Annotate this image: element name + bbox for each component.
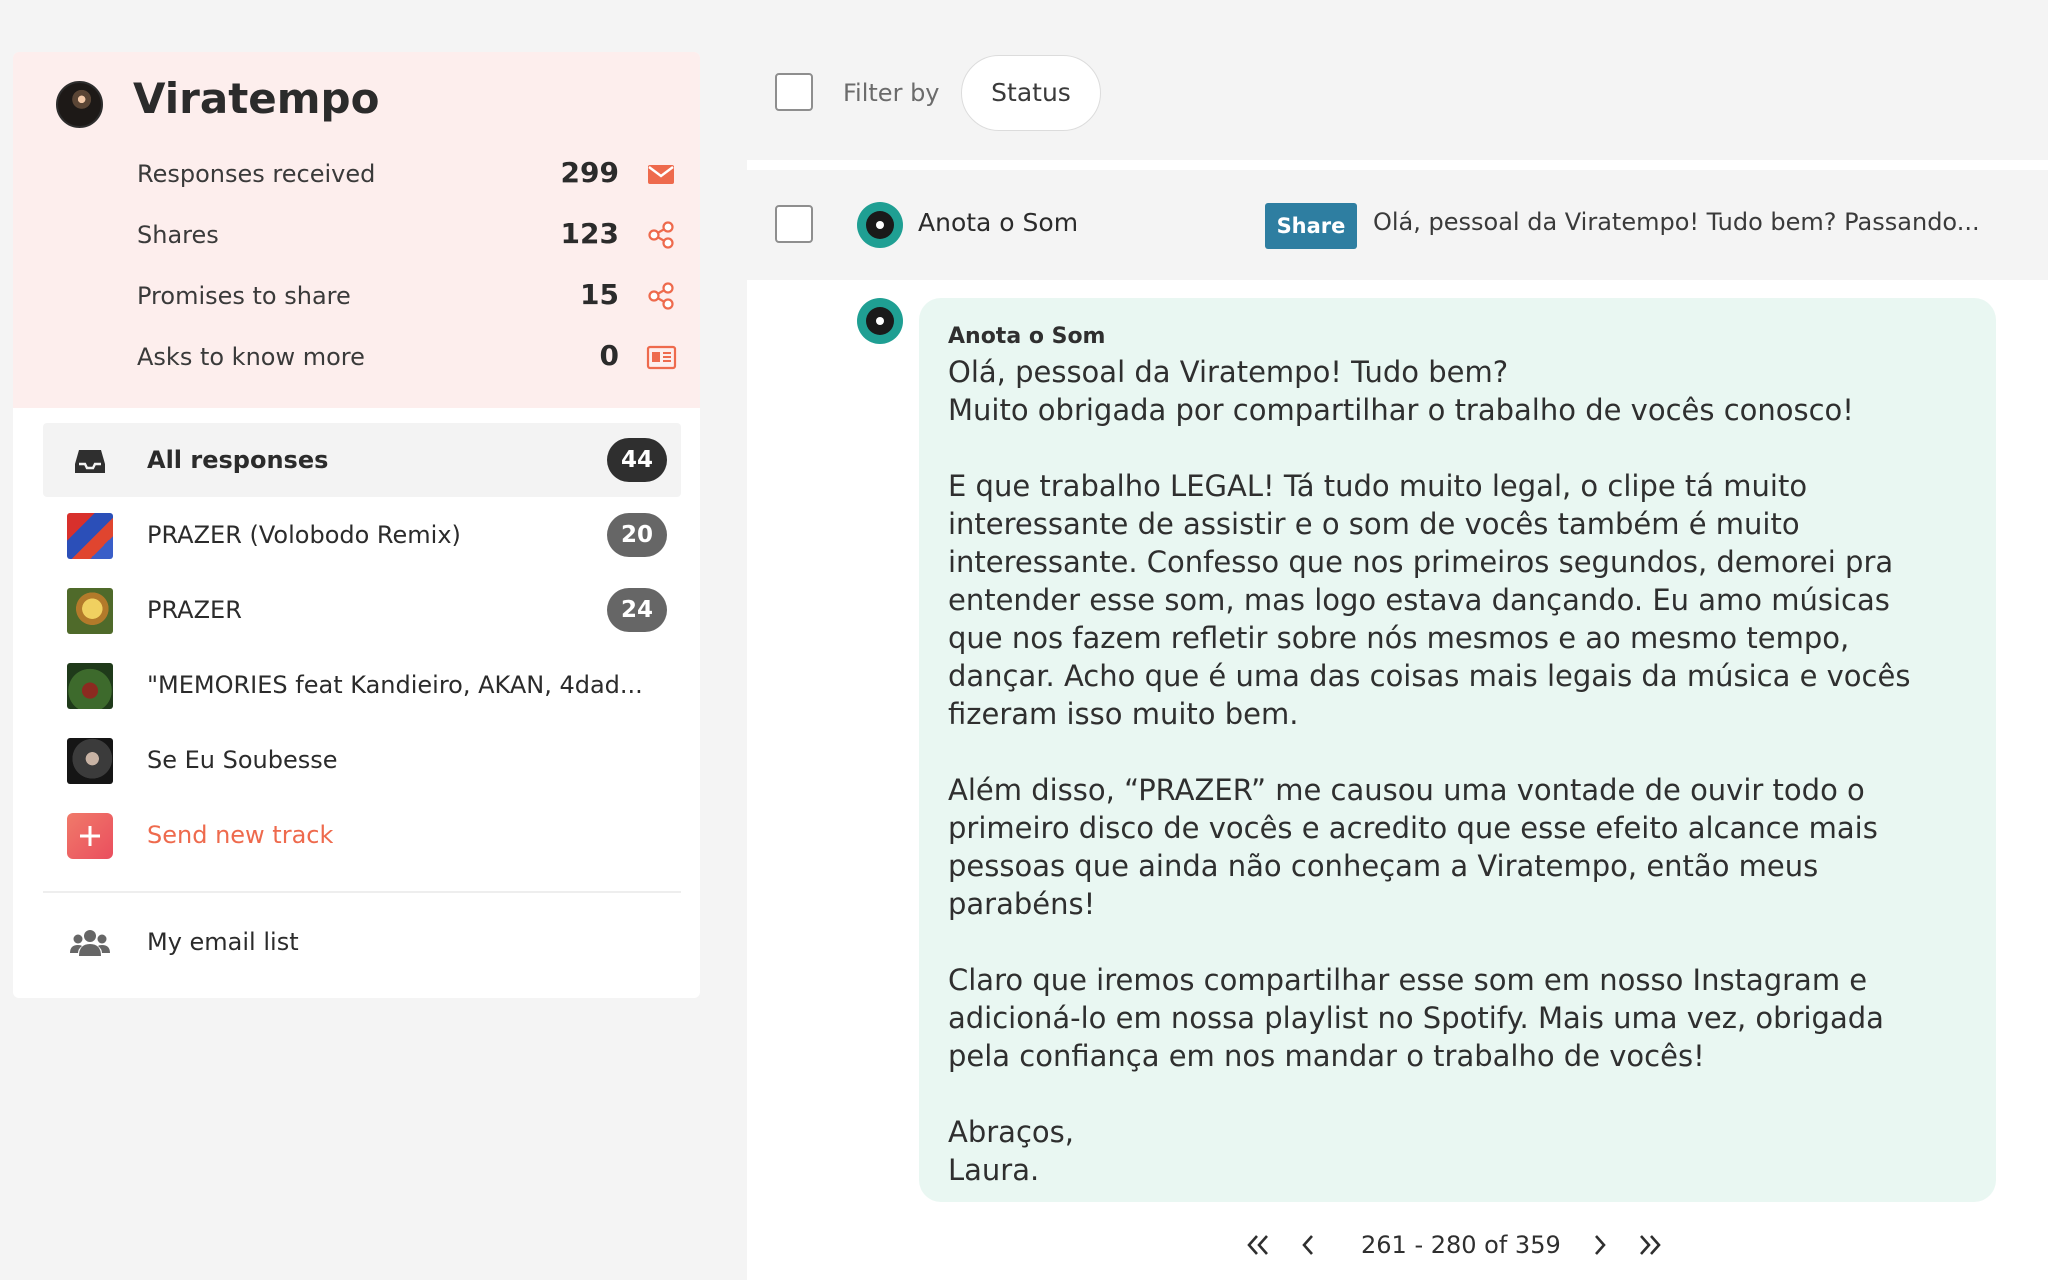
filter-toolbar: Filter by Status <box>747 0 2048 160</box>
count-badge: 24 <box>607 588 667 632</box>
plus-icon <box>67 813 113 859</box>
nav-all-responses[interactable]: All responses 44 <box>43 423 681 497</box>
stat-value: 0 <box>599 339 619 372</box>
stat-value: 299 <box>560 156 619 189</box>
response-row[interactable]: Anota o Som Share Olá, pessoal da Virate… <box>747 170 2048 280</box>
message-bubble: Anota o Som Olá, pessoal da Viratempo! T… <box>919 298 1996 1202</box>
last-page-icon[interactable] <box>1633 1228 1667 1262</box>
share-icon <box>645 219 677 251</box>
sidebar: Viratempo Responses received 299 Shares … <box>13 52 700 998</box>
track-thumbnail <box>67 513 113 559</box>
curator-avatar <box>857 298 903 344</box>
band-stats-panel: Viratempo Responses received 299 Shares … <box>13 52 700 408</box>
nav-label: Send new track <box>147 821 334 849</box>
stat-asks-to-know-more: Asks to know more 0 <box>137 339 677 375</box>
count-badge: 44 <box>607 438 667 482</box>
page-range: 261 - 280 of 359 <box>1361 1231 1561 1259</box>
curator-name: Anota o Som <box>918 208 1079 237</box>
track-thumbnail <box>67 663 113 709</box>
message-preview: Olá, pessoal da Viratempo! Tudo bem? Pas… <box>1373 208 1980 236</box>
artist-name: Viratempo <box>133 74 380 123</box>
nav-label: My email list <box>147 928 299 956</box>
next-page-icon[interactable] <box>1583 1228 1617 1262</box>
stat-shares: Shares 123 <box>137 217 677 253</box>
nav-label: "MEMORIES feat Kandieiro, AKAN, 4dad... <box>147 671 643 699</box>
count-badge: 20 <box>607 513 667 557</box>
stat-value: 123 <box>560 217 619 250</box>
stat-responses-received: Responses received 299 <box>137 156 677 192</box>
nav-label: All responses <box>147 446 329 474</box>
contact-card-icon <box>645 341 677 373</box>
nav-label: PRAZER (Volobodo Remix) <box>147 521 461 549</box>
responses-panel: Filter by Status Anota o Som Share Olá, … <box>747 0 2048 1280</box>
prev-page-icon[interactable] <box>1291 1228 1325 1262</box>
artist-avatar[interactable] <box>56 81 103 128</box>
sidebar-divider <box>43 891 681 893</box>
bubble-author: Anota o Som <box>948 324 1106 349</box>
nav-label: Se Eu Soubesse <box>147 746 338 774</box>
stat-value: 15 <box>580 278 619 311</box>
share-icon <box>645 280 677 312</box>
track-thumbnail <box>67 588 113 634</box>
nav-track-prazer-remix[interactable]: PRAZER (Volobodo Remix) 20 <box>43 498 681 572</box>
stat-label: Promises to share <box>137 282 351 310</box>
track-thumbnail <box>67 738 113 784</box>
nav-email-list[interactable]: My email list <box>43 905 681 979</box>
share-tag: Share <box>1265 203 1357 249</box>
stat-promises-to-share: Promises to share 15 <box>137 278 677 314</box>
filter-label: Filter by <box>843 79 940 107</box>
inbox-icon <box>67 438 113 484</box>
status-filter-button[interactable]: Status <box>961 55 1101 131</box>
curator-avatar <box>857 202 903 248</box>
nav-label: PRAZER <box>147 596 242 624</box>
nav-track-prazer[interactable]: PRAZER 24 <box>43 573 681 647</box>
envelope-icon <box>645 158 677 190</box>
nav-track-memories[interactable]: "MEMORIES feat Kandieiro, AKAN, 4dad... <box>43 648 681 722</box>
stat-label: Asks to know more <box>137 343 365 371</box>
select-all-checkbox[interactable] <box>775 73 813 111</box>
message-body: Olá, pessoal da Viratempo! Tudo bem? Mui… <box>948 355 1911 1187</box>
first-page-icon[interactable] <box>1241 1228 1275 1262</box>
nav-track-se-eu-soubesse[interactable]: Se Eu Soubesse <box>43 723 681 797</box>
send-new-track-button[interactable]: Send new track <box>43 798 681 872</box>
row-checkbox[interactable] <box>775 205 813 243</box>
stat-label: Shares <box>137 221 219 249</box>
users-icon <box>67 920 113 966</box>
pagination: 261 - 280 of 359 <box>747 1228 2048 1268</box>
stat-label: Responses received <box>137 160 376 188</box>
